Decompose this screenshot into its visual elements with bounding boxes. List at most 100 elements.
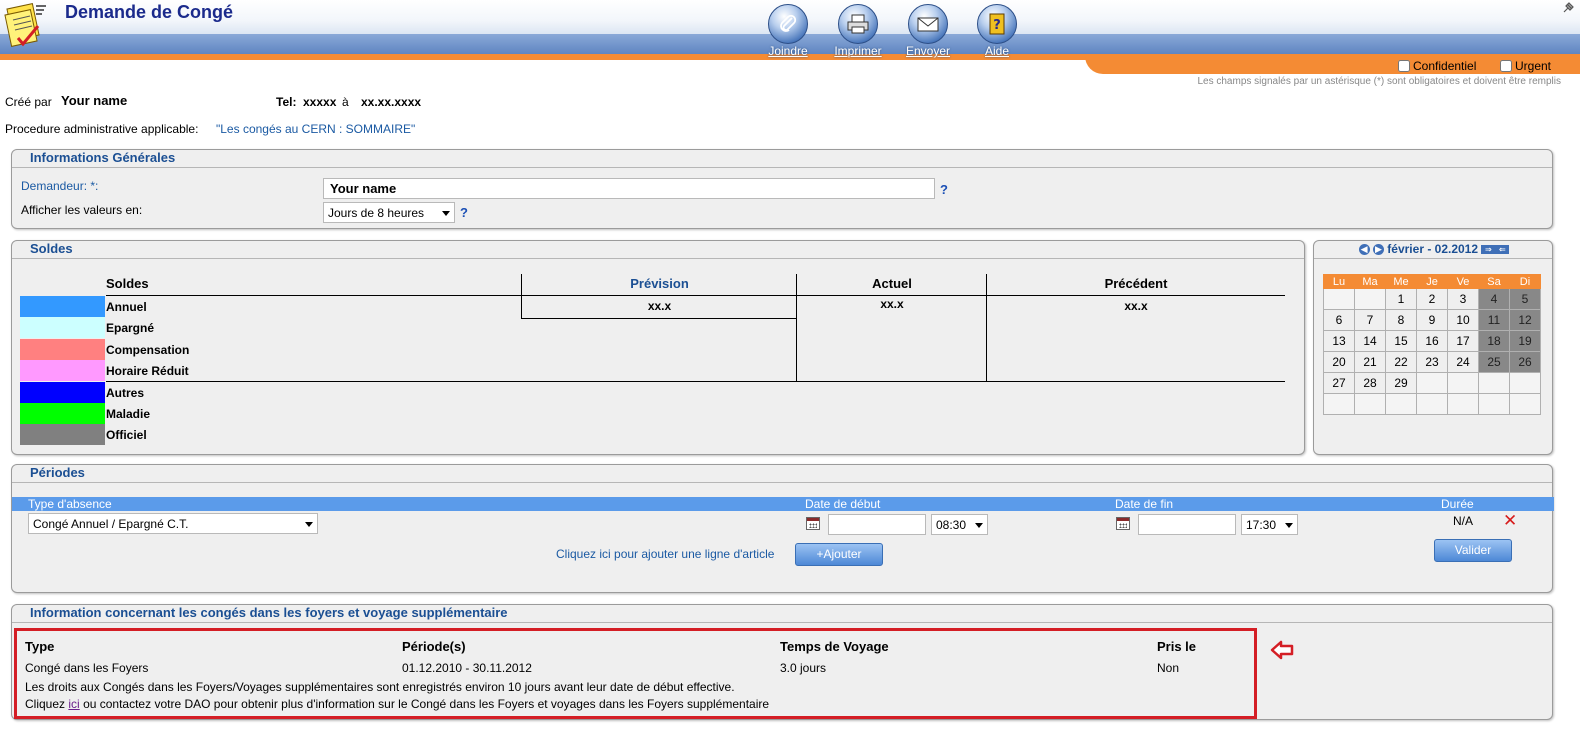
- calendar-day[interactable]: 19: [1509, 330, 1541, 352]
- unit-select[interactable]: Jours de 8 heures: [323, 202, 455, 223]
- help-book-icon: ?: [977, 4, 1017, 44]
- urgent-check-input[interactable]: [1500, 60, 1512, 72]
- calendar-day[interactable]: 5: [1509, 288, 1541, 310]
- calendar-day[interactable]: 25: [1478, 351, 1510, 373]
- calendar-day[interactable]: 17: [1447, 330, 1479, 352]
- help-icon[interactable]: ?: [460, 205, 468, 220]
- weekday-label: Me: [1385, 274, 1417, 289]
- calendar-day[interactable]: 7: [1354, 309, 1386, 331]
- calendar-day[interactable]: 13: [1323, 330, 1355, 352]
- legend-label: Compensation: [106, 342, 190, 357]
- calendar-day[interactable]: 29: [1385, 372, 1417, 394]
- legend-compensation: Compensation: [20, 339, 189, 360]
- weekday-label: Di: [1509, 274, 1541, 289]
- calendar-day[interactable]: 9: [1416, 309, 1448, 331]
- calendar-day[interactable]: 23: [1416, 351, 1448, 373]
- validate-button[interactable]: Valider: [1434, 539, 1512, 562]
- calendar-day[interactable]: 2: [1416, 288, 1448, 310]
- chevron-down-icon: [1285, 523, 1293, 528]
- calendar-day[interactable]: 22: [1385, 351, 1417, 373]
- calendar-day[interactable]: 18: [1478, 330, 1510, 352]
- calendar-empty-cell: [1478, 393, 1510, 415]
- calendar-day[interactable]: 4: [1478, 288, 1510, 310]
- joindre-button[interactable]: Joindre: [758, 4, 818, 58]
- imprimer-button[interactable]: Imprimer: [828, 4, 888, 58]
- legend-label: Maladie: [106, 406, 151, 421]
- soldes-header: Soldes: [106, 276, 149, 291]
- aide-button[interactable]: ? Aide: [967, 4, 1027, 58]
- time-debut-select[interactable]: 08:30: [931, 514, 988, 535]
- type-absence-value: Congé Annuel / Epargné C.T.: [33, 517, 189, 531]
- calendar-day[interactable]: 16: [1416, 330, 1448, 352]
- legend-swatch: [20, 424, 105, 445]
- left-arrow-icon: [1270, 640, 1294, 660]
- calendar-day[interactable]: 20: [1323, 351, 1355, 373]
- confidentiel-check-input[interactable]: [1398, 60, 1410, 72]
- calendar-day[interactable]: 26: [1509, 351, 1541, 373]
- foyers-type-cell: Congé dans les Foyers: [25, 661, 149, 675]
- ici-link[interactable]: ici: [68, 697, 79, 711]
- time-fin-select[interactable]: 17:30: [1241, 514, 1298, 535]
- note-text: ou contactez votre DAO pour obtenir plus…: [83, 697, 770, 711]
- grid-line: [106, 295, 1285, 296]
- next-month-icon[interactable]: ▶: [1372, 244, 1384, 256]
- demandeur-input[interactable]: [323, 178, 935, 199]
- calendar-icon[interactable]: [806, 517, 820, 530]
- calendar-day[interactable]: 12: [1509, 309, 1541, 331]
- panel-title: Soldes: [30, 241, 73, 256]
- foyers-periode-cell: 01.12.2010 - 30.11.2012: [402, 661, 532, 675]
- prev-month-icon[interactable]: ◀: [1358, 244, 1370, 256]
- date-debut-input[interactable]: [828, 514, 926, 535]
- help-icon[interactable]: ?: [940, 182, 948, 197]
- calendar-icon[interactable]: [1116, 517, 1130, 530]
- legend-swatch: [20, 339, 105, 360]
- foyers-highlight-box: Type Période(s) Temps de Voyage Pris le …: [14, 628, 1257, 719]
- calendar-empty-cell: [1323, 288, 1355, 310]
- calendar-day[interactable]: 11: [1478, 309, 1510, 331]
- procedure-link[interactable]: "Les congés au CERN : SOMMAIRE": [216, 122, 415, 136]
- calendar-empty-cell: [1447, 372, 1479, 394]
- confidentiel-checkbox[interactable]: Confidentiel: [1398, 59, 1476, 73]
- calendar-day[interactable]: 28: [1354, 372, 1386, 394]
- imprimer-label: Imprimer: [834, 44, 882, 58]
- legend-swatch: [20, 317, 105, 338]
- type-absence-select[interactable]: Congé Annuel / Epargné C.T.: [28, 513, 318, 534]
- weekday-label: Sa: [1478, 274, 1510, 289]
- calendar-day[interactable]: 1: [1385, 288, 1417, 310]
- calendar-week-row: 20 21 22 23 24 25 26: [1323, 351, 1541, 373]
- note-text: Cliquez: [25, 697, 66, 711]
- calendar-empty-cell: [1478, 372, 1510, 394]
- foyers-panel: Information concernant les congés dans l…: [11, 604, 1553, 720]
- panel-divider: [1314, 258, 1552, 259]
- add-button[interactable]: +Ajouter: [795, 543, 883, 566]
- calendar-day[interactable]: 24: [1447, 351, 1479, 373]
- calendar-day[interactable]: 8: [1385, 309, 1417, 331]
- back-arrow-icon[interactable]: ⇐: [1495, 245, 1510, 255]
- weekday-label: Ve: [1447, 274, 1479, 289]
- legend-swatch: [20, 382, 105, 403]
- calendar-day[interactable]: 6: [1323, 309, 1355, 331]
- weekday-label: Ma: [1354, 274, 1386, 289]
- forward-arrow-icon[interactable]: ⇒: [1481, 245, 1496, 255]
- pin-icon[interactable]: [1562, 2, 1574, 14]
- prevision-value: xx.x: [647, 299, 672, 313]
- calendar-empty-cell: [1416, 372, 1448, 394]
- calendar-day[interactable]: 10: [1447, 309, 1479, 331]
- calendar-day[interactable]: 14: [1354, 330, 1386, 352]
- duree-header: Durée: [1441, 497, 1474, 511]
- calendar-empty-cell: [1509, 372, 1541, 394]
- add-line-link[interactable]: Cliquez ici pour ajouter une ligne d'art…: [556, 547, 774, 561]
- legend-label: Epargné: [106, 320, 155, 335]
- delete-row-icon[interactable]: ✕: [1503, 511, 1517, 531]
- paperclip-icon: [768, 4, 808, 44]
- calendar-week-row: 12345: [1323, 288, 1541, 310]
- calendar-day[interactable]: 27: [1323, 372, 1355, 394]
- urgent-checkbox[interactable]: Urgent: [1500, 59, 1551, 73]
- periodes-panel: Périodes Type d'absence Date de début Da…: [11, 464, 1554, 593]
- date-fin-input[interactable]: [1138, 514, 1236, 535]
- panel-title: Périodes: [30, 465, 85, 480]
- envoyer-button[interactable]: Envoyer: [898, 4, 958, 58]
- calendar-day[interactable]: 3: [1447, 288, 1479, 310]
- calendar-day[interactable]: 21: [1354, 351, 1386, 373]
- calendar-day[interactable]: 15: [1385, 330, 1417, 352]
